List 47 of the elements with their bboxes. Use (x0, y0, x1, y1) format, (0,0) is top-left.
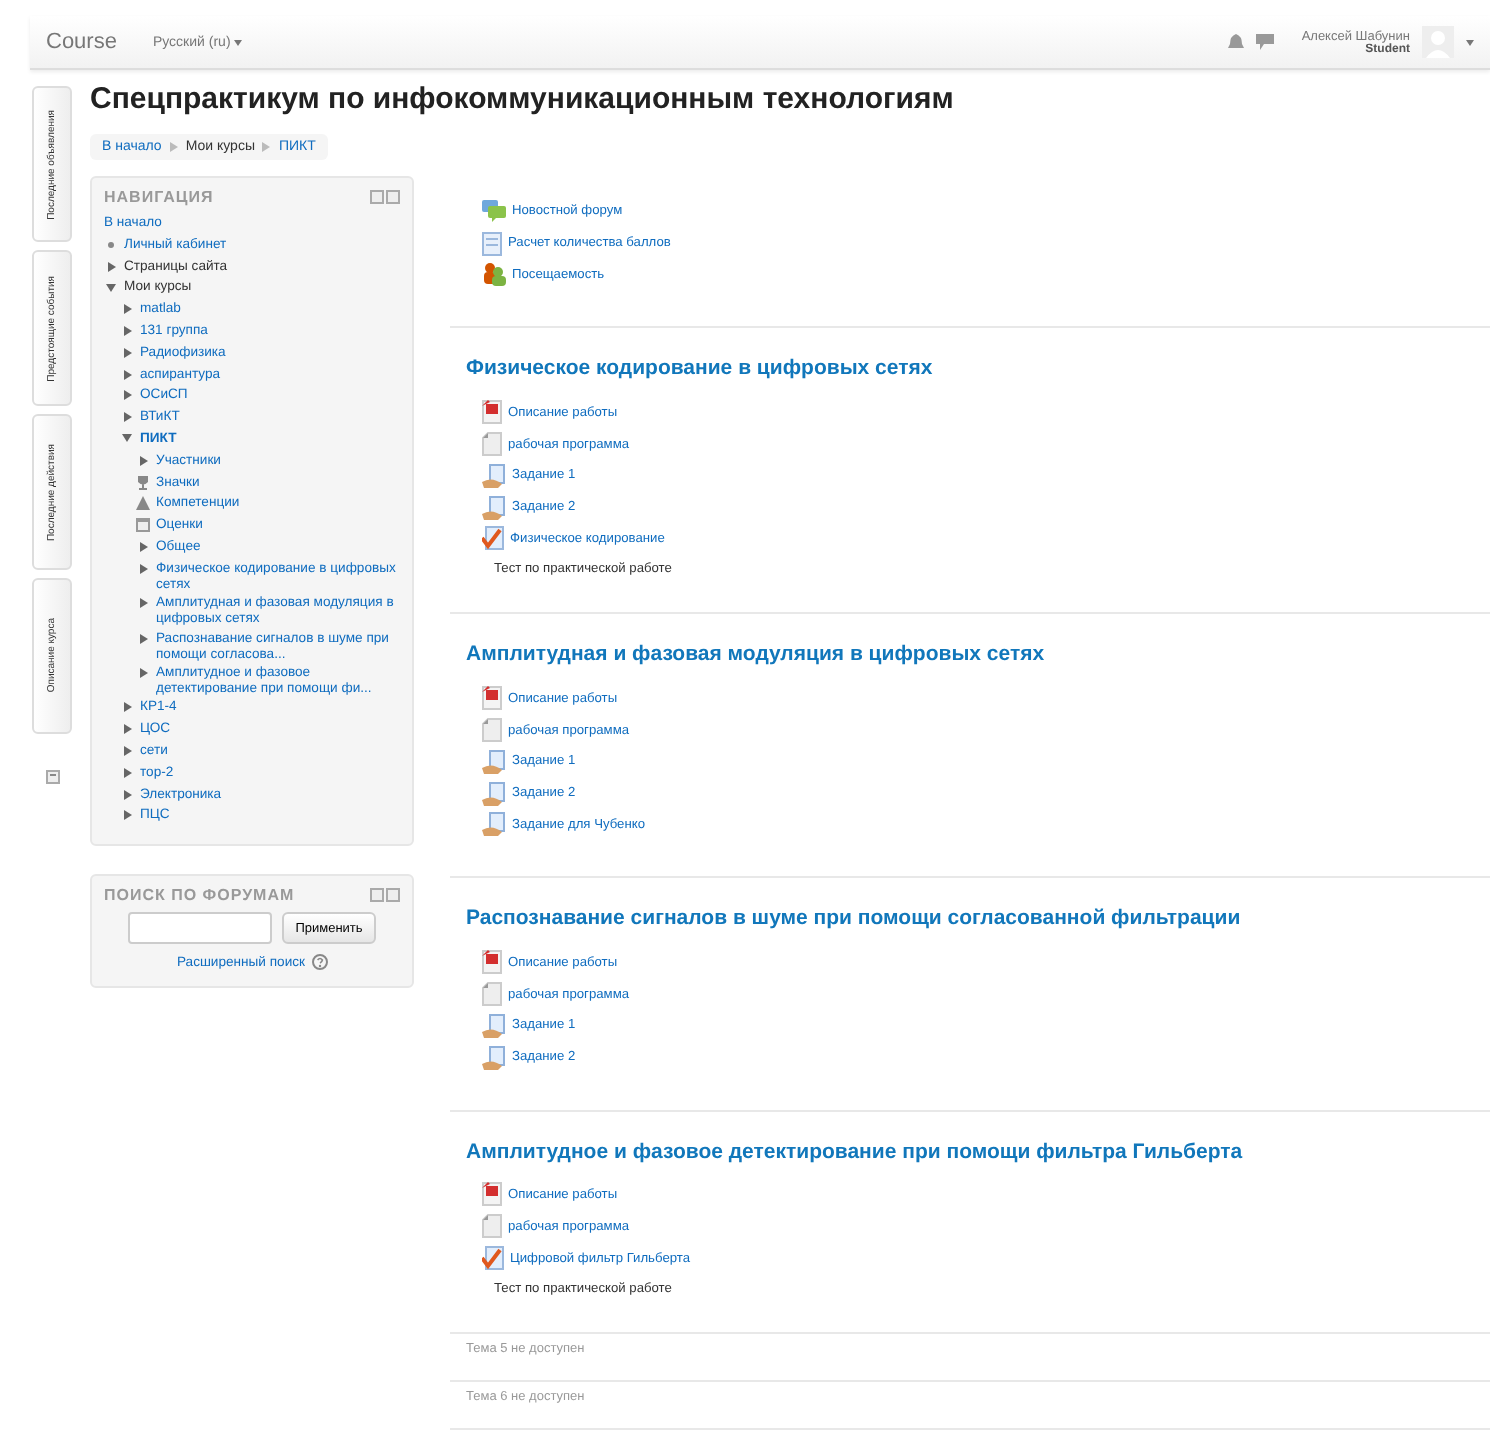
bell-icon[interactable] (1227, 34, 1244, 50)
trophy-icon (136, 475, 150, 490)
section-heading[interactable]: Амплитудная и фазовая модуляция в цифровых сетях (466, 642, 1474, 667)
checkmark-icon (482, 1246, 504, 1271)
separator-icon (169, 142, 178, 152)
site-brand[interactable]: Course (46, 30, 117, 54)
page-title: Спецпрактикум по инфокоммуникационным технологиям (90, 82, 956, 116)
table-icon (136, 518, 150, 533)
expand-icon[interactable] (107, 261, 115, 272)
expand-icon[interactable] (139, 667, 147, 678)
dock-icon[interactable] (45, 770, 59, 784)
expand-icon[interactable] (139, 633, 147, 644)
assignment-icon (482, 463, 506, 488)
bullet-icon (108, 241, 114, 248)
file-icon (482, 1214, 502, 1239)
expand-icon[interactable] (139, 598, 147, 609)
expand-icon[interactable] (139, 455, 147, 466)
pdf-icon (482, 1182, 502, 1207)
assignment-icon (482, 749, 506, 774)
people-icon (482, 262, 506, 287)
caret-icon[interactable] (1466, 39, 1474, 45)
assignment-icon (482, 495, 506, 520)
block-title: НАВИГАЦИЯ (104, 188, 214, 206)
pdf-icon (482, 400, 502, 425)
pdf-icon (482, 950, 502, 975)
collapse-icon[interactable] (122, 434, 132, 443)
section-heading[interactable]: Физическое кодирование в цифровых сетях (466, 356, 1474, 381)
forum-icon (482, 200, 506, 223)
file-icon (482, 432, 502, 457)
assignment-icon (482, 781, 506, 806)
separator-icon (262, 142, 271, 152)
assignment-icon (482, 812, 506, 837)
pdf-icon (482, 686, 502, 711)
cone-icon (136, 496, 150, 511)
assignment-icon (482, 1045, 506, 1070)
section-heading[interactable]: Распознавание сигналов в шуме при помощи согласованной фильтрации (466, 906, 1474, 931)
file-icon (482, 718, 502, 743)
search-field[interactable] (127, 912, 272, 945)
assignment-icon (482, 1013, 506, 1038)
collapse-icon[interactable] (106, 283, 116, 292)
help-icon[interactable] (311, 954, 327, 971)
document-icon (482, 231, 502, 256)
section-heading[interactable]: Амплитудное и фазовое детектирование при помощи фильтра Гильберта (466, 1139, 1474, 1164)
checkmark-icon (482, 526, 504, 551)
block-title: ПОИСК ПО ФОРУМАМ (104, 886, 295, 905)
file-icon (482, 982, 502, 1007)
chat-icon[interactable] (1255, 34, 1274, 50)
